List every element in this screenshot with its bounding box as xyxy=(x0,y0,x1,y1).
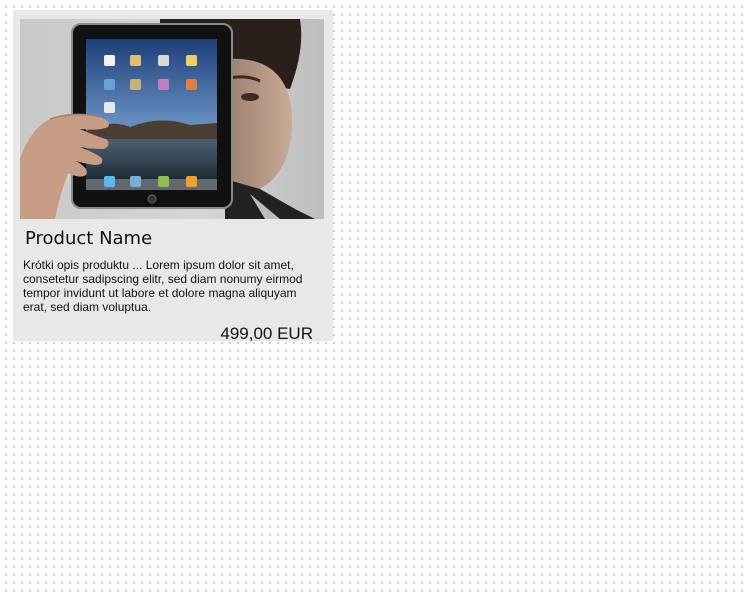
product-image[interactable] xyxy=(20,19,324,219)
product-card[interactable]: Product Name Krótki opis produktu ... Lo… xyxy=(13,10,333,343)
product-description: Krótki opis produktu ... Lorem ipsum dol… xyxy=(23,258,303,314)
product-name[interactable]: Product Name xyxy=(25,228,152,249)
product-price: 499,00 EUR xyxy=(220,324,313,343)
tablet-photo-icon xyxy=(20,19,324,219)
